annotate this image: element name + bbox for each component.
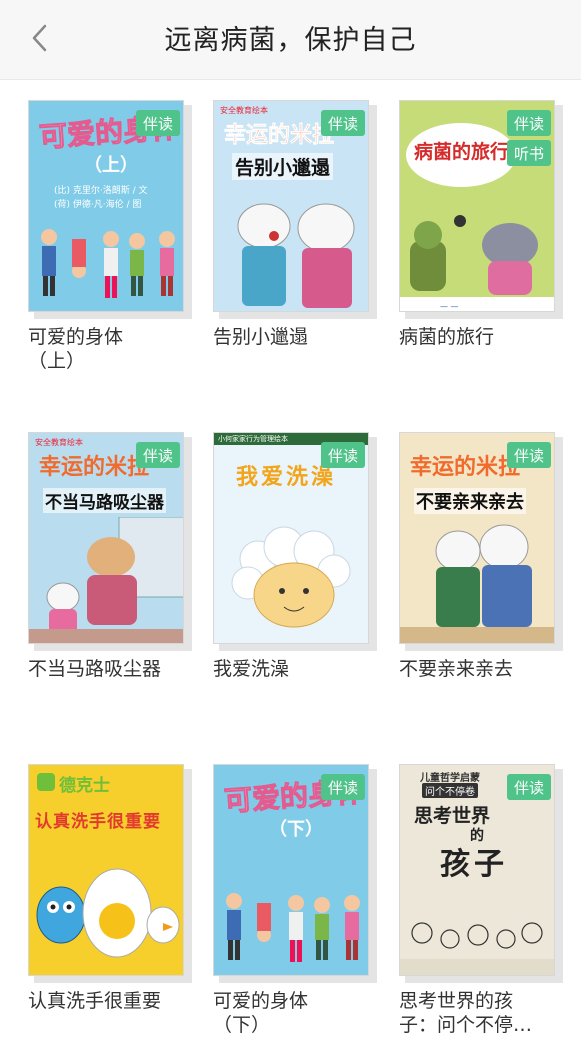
cover-series-tag: 安全教育绘本 (35, 438, 83, 447)
book-card[interactable]: 安全教育绘本 幸运的米拉 不当马路吸尘器 伴读 不当马路吸尘器 (28, 432, 206, 732)
cover-brand: 德克士 (59, 776, 110, 796)
book-title-line: 病菌的旅行 (399, 326, 495, 348)
badge-audiobook: 听书 (507, 140, 551, 166)
cover-series-tag: 安全教育绘本 (220, 106, 268, 115)
book-cover[interactable]: 德克士 认真洗手很重要 (28, 764, 192, 983)
cover-title-main: 孩子 (440, 847, 508, 882)
badge-companion-read: 伴读 (507, 110, 551, 136)
book-title[interactable]: 可爱的身体 （下） (213, 989, 363, 1037)
badge-companion-read: 伴读 (321, 110, 365, 136)
book-title-line: 可爱的身体 (213, 990, 309, 1012)
cover-author: (比) 克里尔·洛朗斯 / 文 (54, 186, 148, 196)
book-title-line: 告别小邋遢 (213, 326, 309, 348)
book-cover[interactable]: 幸运的米拉 不要亲来亲去 伴读 (399, 432, 563, 651)
book-title[interactable]: 我爱洗澡 (213, 657, 363, 681)
book-cover[interactable]: 儿童哲学启蒙 问个不停卷 思考世界 的 孩子 伴读 (399, 764, 563, 983)
book-title-line: 我爱洗澡 (213, 658, 290, 680)
book-title-line: （下） (213, 1014, 271, 1036)
book-title-line: 子：问个不停… (399, 1014, 533, 1036)
book-title-line: 可爱的身体 (28, 326, 124, 348)
badge-companion-read: 伴读 (321, 774, 365, 800)
book-card[interactable]: 儿童哲学启蒙 问个不停卷 思考世界 的 孩子 伴读 思考世界的孩 子：问个不停… (399, 764, 577, 1050)
cover-illustration (36, 868, 180, 958)
svg-text:— —: — — (440, 302, 459, 311)
badge-companion-read: 伴读 (507, 442, 551, 468)
cover-title: 认真洗手很重要 (35, 812, 161, 832)
cover-title: 不当马路吸尘器 (43, 488, 166, 513)
cover-volume: 问个不停卷 (422, 783, 478, 798)
book-card[interactable]: 德克士 认真洗手很重要 认真洗手很重要 (28, 764, 206, 1050)
cover-illustration (400, 524, 554, 643)
cover-title: 思考世界 (414, 805, 491, 827)
book-title[interactable]: 病菌的旅行 (399, 325, 549, 349)
cover-illustration (29, 517, 183, 643)
cover-title: 病菌的旅行 (414, 141, 510, 163)
book-title-line: 不要亲来亲去 (399, 658, 514, 680)
book-title[interactable]: 思考世界的孩 子：问个不停… (399, 989, 549, 1037)
cover-subtitle: （上） (84, 155, 138, 176)
cover-series-tag: 儿童哲学启蒙 (420, 773, 480, 784)
cover-illustration (400, 922, 554, 975)
badge-companion-read: 伴读 (136, 442, 180, 468)
book-card[interactable]: 可爱的身体 （上） (比) 克里尔·洛朗斯 / 文 (荷) 伊德·凡·海伦 / … (28, 100, 206, 400)
book-cover[interactable]: 安全教育绘本 幸运的米拉 告别小邋遢 伴读 (213, 100, 377, 319)
book-card[interactable]: 小何家家行为管理绘本 我爱洗澡 伴读 我爱洗澡 (213, 432, 391, 732)
book-cover[interactable]: 小何家家行为管理绘本 我爱洗澡 伴读 (213, 432, 377, 651)
cover-illustration (41, 229, 175, 298)
top-bar: 远离病菌，保护自己 (0, 0, 581, 80)
book-title-line: 不当马路吸尘器 (28, 658, 162, 680)
book-cover[interactable]: 病菌的旅行 — — 伴读 听书 (399, 100, 563, 319)
cover-series: 幸运的米拉 (224, 122, 335, 149)
book-title[interactable]: 可爱的身体 （上） (28, 325, 178, 373)
cover-illustration (237, 203, 355, 308)
book-cover[interactable]: 安全教育绘本 幸运的米拉 不当马路吸尘器 伴读 (28, 432, 192, 651)
book-card[interactable]: 病菌的旅行 — — 伴读 听书 病菌的旅行 (399, 100, 577, 400)
book-title[interactable]: 不当马路吸尘器 (28, 657, 178, 681)
cover-series: 幸运的米拉 (410, 454, 521, 480)
book-title[interactable]: 不要亲来亲去 (399, 657, 549, 681)
badge-companion-read: 伴读 (321, 442, 365, 468)
book-title[interactable]: 告别小邋遢 (213, 325, 363, 349)
cover-title: 不要亲来亲去 (414, 488, 526, 514)
cover-series: 幸运的米拉 (39, 454, 150, 480)
cover-subtitle: （下） (269, 819, 323, 840)
page-title: 远离病菌，保护自己 (164, 25, 417, 56)
book-title-line: （上） (28, 350, 86, 372)
book-title-line: 认真洗手很重要 (28, 990, 162, 1012)
cover-illustrator: (荷) 伊德·凡·海伦 / 图 (54, 200, 142, 210)
badge-companion-read: 伴读 (507, 774, 551, 800)
cover-illustration: — — (400, 215, 554, 311)
badge-companion-read: 伴读 (136, 110, 180, 136)
book-card[interactable]: 幸运的米拉 不要亲来亲去 伴读 不要亲来亲去 (399, 432, 577, 732)
cover-illustration (231, 526, 351, 628)
book-title-line: 思考世界的孩 (399, 990, 514, 1012)
cover-title: 告别小邋遢 (232, 153, 334, 180)
book-cover[interactable]: 可爱的身体 （上） (比) 克里尔·洛朗斯 / 文 (荷) 伊德·凡·海伦 / … (28, 100, 192, 319)
book-cover[interactable]: 可爱的身体 （下） 伴读 (213, 764, 377, 983)
cover-illustration (226, 893, 360, 962)
book-card[interactable]: 可爱的身体 （下） 伴读 可爱的身体 （下） (213, 764, 391, 1050)
book-card[interactable]: 安全教育绘本 幸运的米拉 告别小邋遢 伴读 告别小邋遢 (213, 100, 391, 400)
book-title[interactable]: 认真洗手很重要 (28, 989, 178, 1013)
